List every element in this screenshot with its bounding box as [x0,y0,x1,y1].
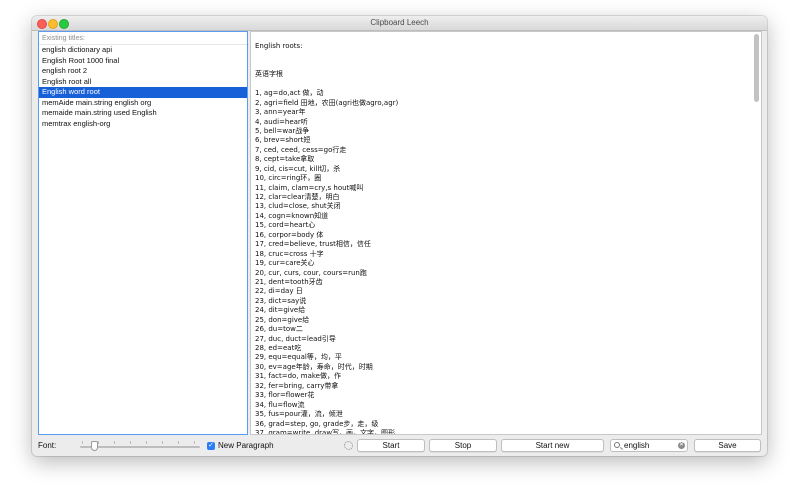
document-line: 6, brev=short短 [255,136,311,145]
document-line: 1, ag=do,act 做，动 [255,89,324,98]
document-line: 31, fact=do, make做，作 [255,372,341,381]
document-line: 14, cogn=known知道 [255,211,329,220]
title-list-item[interactable]: english root 2 [39,66,247,77]
stop-button[interactable]: Stop [429,439,497,452]
document-text-view[interactable]: English roots: 英语字根 1, ag=do,act 做，动 2, agr… [250,31,762,435]
clear-search-icon[interactable]: ✕ [678,442,685,449]
document-line: 25, don=give给 [255,315,310,324]
titles-list-panel[interactable]: Existing titles: english dictionary api … [38,31,248,435]
document-line: 37, gram=write, draw写，画，文字，图形 [255,428,396,435]
minimize-window-icon[interactable] [48,19,58,29]
font-size-slider-knob[interactable] [91,441,99,451]
search-input[interactable]: english [624,440,649,451]
maximize-window-icon[interactable] [59,19,69,29]
document-line: 19, cur=care关心 [255,259,315,268]
document-line: 30, ev=age年龄，寿命，时代，时期 [255,362,373,371]
new-paragraph-label[interactable]: New Paragraph [218,441,274,450]
document-line: 27, duc, duct=lead引导 [255,334,336,343]
document-line: 7, ced, ceed, cess=go行走 [255,145,347,154]
document-line: 5, bell=war战争 [255,126,310,135]
document-line: 15, cord=heart心 [255,221,316,230]
progress-spinner-icon [344,441,353,450]
document-line: 3, ann=year年 [255,108,306,117]
document-line: 35, fus=pour灌，流，倾泄 [255,410,343,419]
document-line: 13, clud=close, shut关闭 [255,202,341,211]
search-icon [614,441,620,448]
document-line: 33, flor=flower花 [255,391,315,400]
document-line: English roots: [255,42,303,50]
start-button[interactable]: Start [357,439,425,452]
title-list-item[interactable]: memaide main.string used English [39,108,247,119]
document-line: 20, cur, curs, cour, cours=run跑 [255,268,367,277]
new-paragraph-checkbox[interactable]: ✓ [207,442,215,450]
document-line: 23, dict=say说 [255,296,307,305]
document-line: 9, cid, cis=cut, kill切，杀 [255,164,341,173]
document-line: 21, dent=tooth牙齿 [255,277,323,286]
title-list-item[interactable]: English Root 1000 final [39,56,247,67]
document-line: 4, audi=hear听 [255,117,308,126]
title-list-item[interactable]: english dictionary api [39,45,247,56]
document-line: 17, cred=believe, trust相信，信任 [255,240,371,249]
document-line: 2, agri=field 田地，农田(agri也做agro,agr) [255,98,399,107]
title-list-item[interactable]: English root all [39,77,247,88]
document-line: 36, grad=step, go, grade步，走，级 [255,419,379,428]
document-line: 8, cept=take拿取 [255,155,315,164]
window-title: Clipboard Leech [370,18,429,27]
document-line: 10, circ=ring环，圈 [255,174,322,183]
document-line: 24, dit=give给 [255,306,306,315]
titles-list: english dictionary api English Root 1000… [39,45,247,129]
titles-list-header: Existing titles: [39,32,247,45]
document-line: 16, corpor=body 体 [255,230,324,239]
document-line: 34, flu=flow流 [255,400,305,409]
document-scrollbar[interactable] [754,34,759,102]
save-button[interactable]: Save [694,439,761,452]
document-line: 18, cruc=cross 十字 [255,249,324,258]
font-label: Font: [38,441,57,450]
title-bar[interactable]: Clipboard Leech [32,16,767,31]
search-field[interactable]: english ✕ [610,439,688,452]
app-window: Clipboard Leech Existing titles: english… [32,16,767,456]
bottom-toolbar: Font: ✓ New Paragraph Start Stop Start n… [32,437,767,456]
close-window-icon[interactable] [37,19,47,29]
title-list-item[interactable]: memAide main.string english org [39,98,247,109]
title-list-item[interactable]: English word root [39,87,247,98]
document-line: 11, claim, clam=cry,s hout喊叫 [255,183,364,192]
document-content[interactable]: English roots: 英语字根 1, ag=do,act 做，动 2, agr… [255,42,749,435]
document-line: 32, fer=bring, carry带拿 [255,381,339,390]
title-list-item[interactable]: memtrax english-org [39,119,247,130]
document-line: 29, equ=equal等，均，平 [255,353,342,362]
document-line: 26, du=tow二 [255,325,303,334]
start-new-button[interactable]: Start new [501,439,604,452]
document-line: 22, di=day 日 [255,287,303,296]
document-line: 英语字根 [255,70,283,79]
